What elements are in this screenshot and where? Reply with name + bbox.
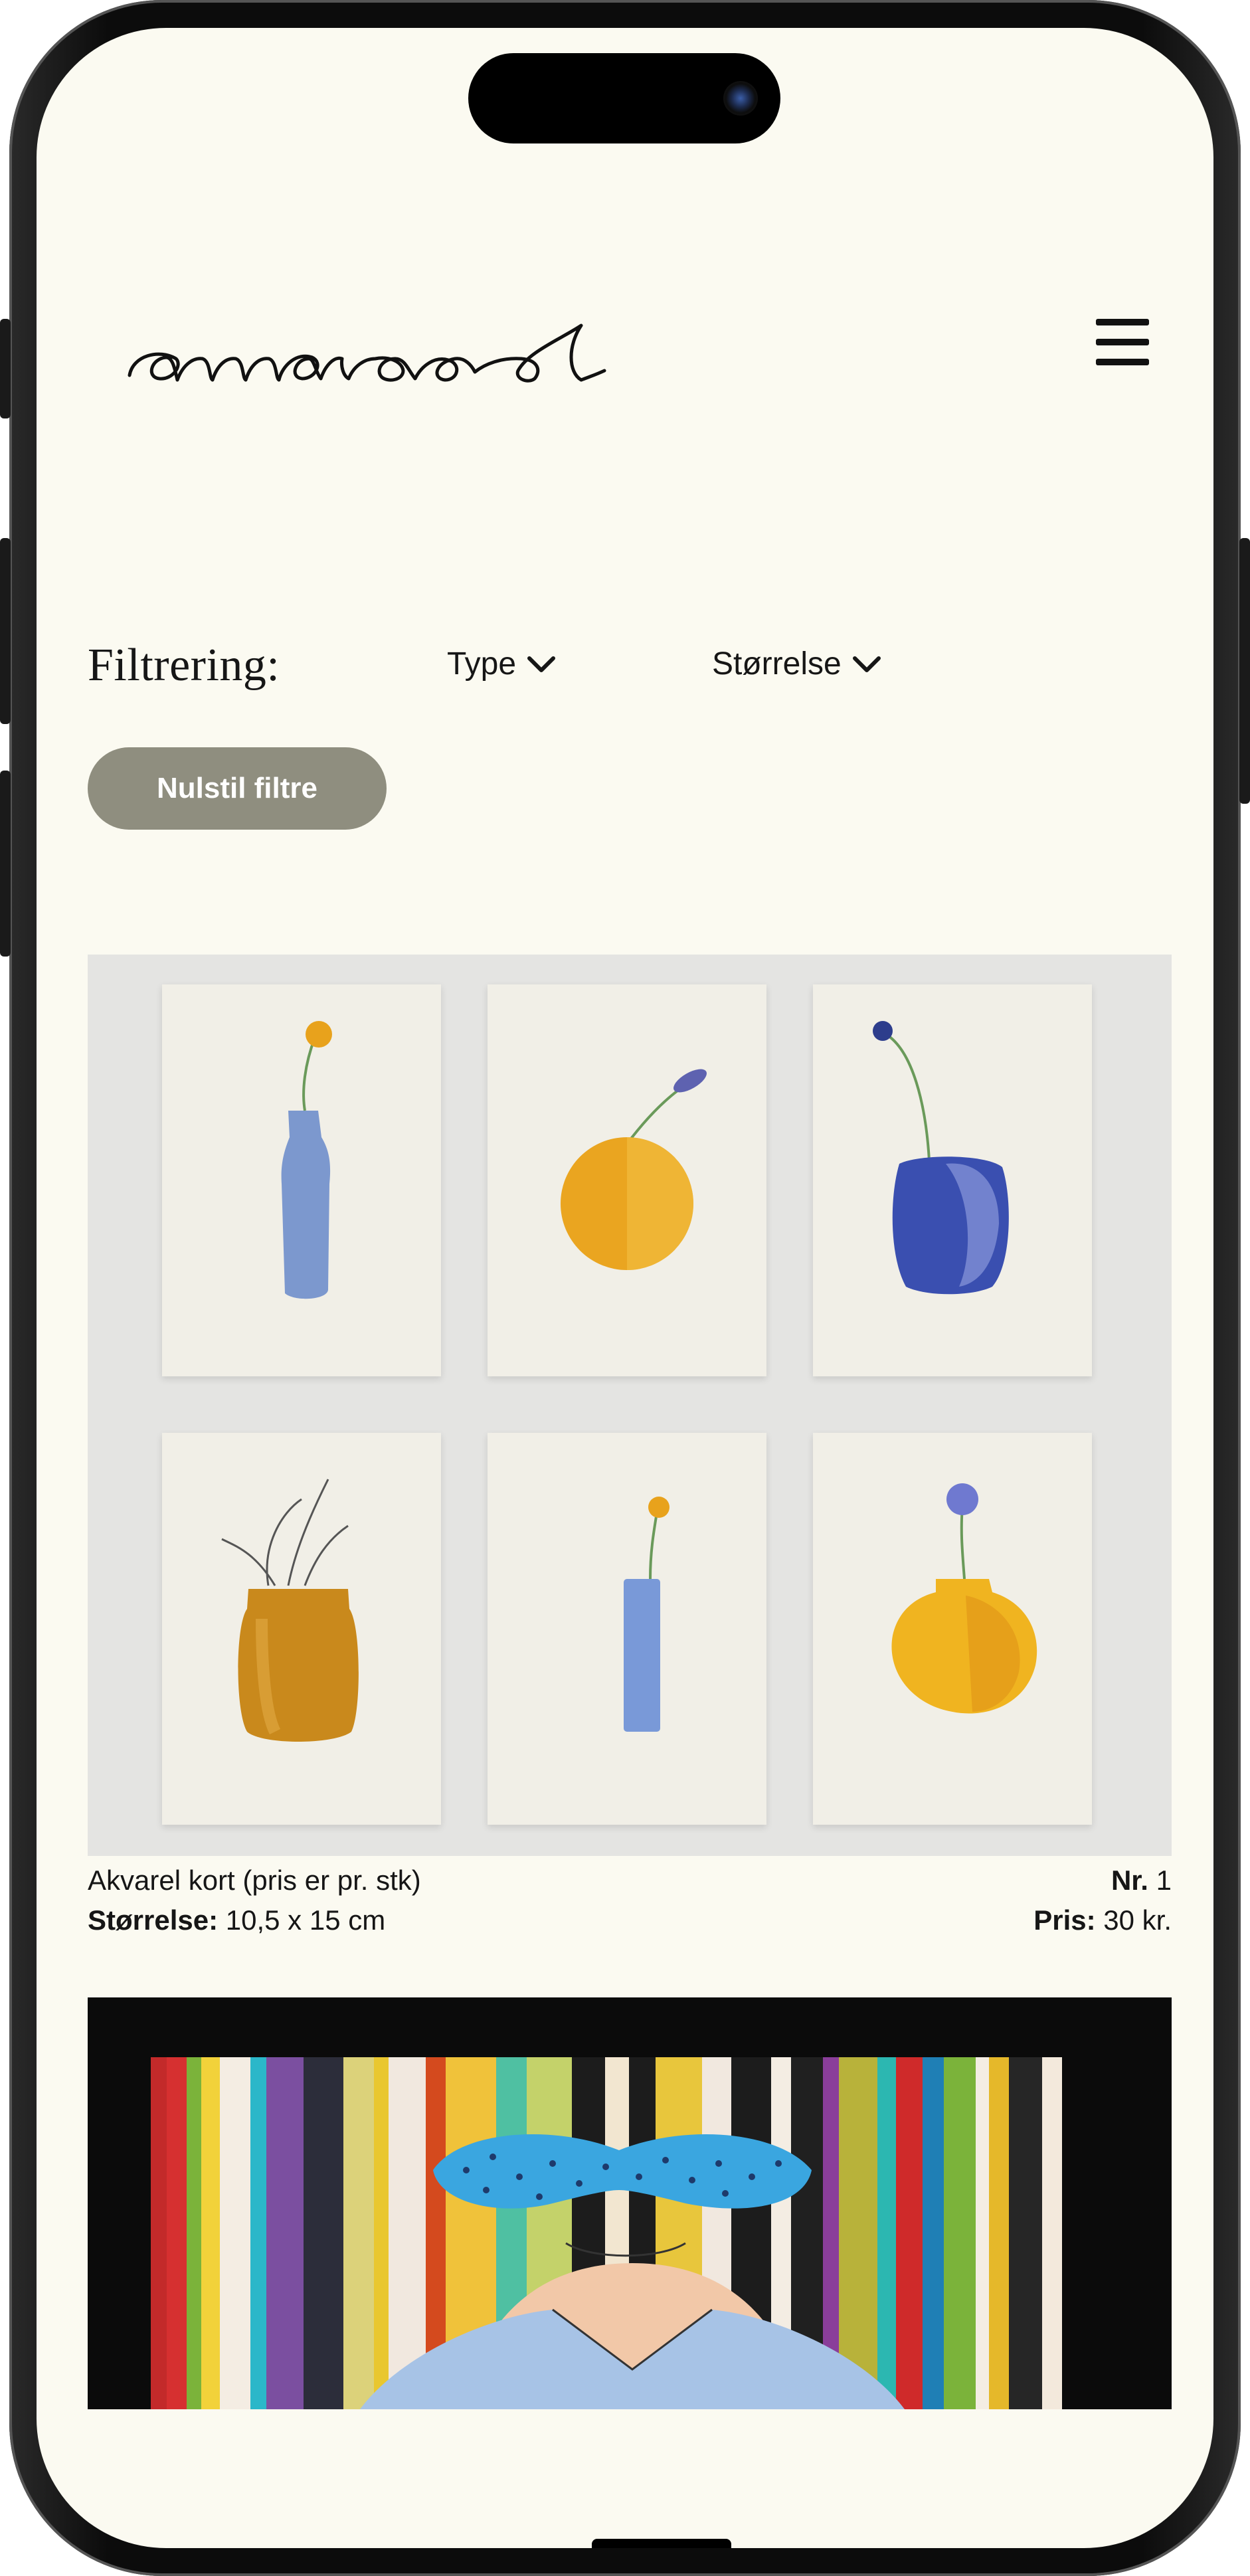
size-filter-label: Størrelse bbox=[712, 646, 842, 682]
filter-heading: Filtrering: bbox=[88, 640, 280, 691]
watercolor-card-blue-tube-vase bbox=[488, 1433, 766, 1825]
home-indicator bbox=[592, 2539, 731, 2548]
chevron-down-icon bbox=[852, 656, 881, 672]
dynamic-island bbox=[468, 53, 780, 143]
reset-filters-button[interactable]: Nulstil filtre bbox=[88, 747, 387, 830]
phone-screen: Filtrering: Type Størrelse Nulstil filtr… bbox=[37, 28, 1213, 2548]
hamburger-icon-bar bbox=[1096, 339, 1149, 345]
product-number: Nr. 1 bbox=[1111, 1865, 1172, 1896]
product-price-value: 30 kr. bbox=[1103, 1904, 1172, 1936]
watercolor-card-orange-round-vase bbox=[488, 984, 766, 1376]
chevron-down-icon bbox=[527, 656, 556, 672]
logo[interactable] bbox=[103, 292, 621, 405]
product-number-label: Nr. bbox=[1111, 1865, 1148, 1896]
product-price-label: Pris: bbox=[1033, 1904, 1096, 1936]
product-price: Pris: 30 kr. bbox=[1033, 1904, 1172, 1936]
menu-button[interactable] bbox=[1093, 314, 1152, 373]
product-meta-row-2: Størrelse: 10,5 x 15 cm Pris: 30 kr. bbox=[88, 1904, 1172, 1936]
power-button bbox=[1239, 538, 1250, 804]
watercolor-card-blue-round-vase bbox=[813, 984, 1092, 1376]
size-filter-dropdown[interactable]: Størrelse bbox=[712, 646, 881, 682]
painting-figure bbox=[360, 2134, 905, 2409]
volume-up-button bbox=[0, 538, 11, 724]
type-filter-label: Type bbox=[447, 646, 517, 682]
product-size-label: Størrelse: bbox=[88, 1904, 219, 1936]
volume-down-button bbox=[0, 771, 11, 957]
product-meta-row-1: Akvarel kort (pris er pr. stk) Nr. 1 bbox=[88, 1865, 1172, 1896]
hamburger-icon-bar bbox=[1096, 359, 1149, 365]
product-number-value: 1 bbox=[1156, 1865, 1172, 1896]
product-size: Størrelse: 10,5 x 15 cm bbox=[88, 1904, 385, 1936]
watercolor-card-amber-jar bbox=[162, 1433, 441, 1825]
product-size-value: 10,5 x 15 cm bbox=[225, 1904, 386, 1936]
product-image[interactable] bbox=[88, 955, 1172, 1856]
type-filter-dropdown[interactable]: Type bbox=[447, 646, 556, 682]
watercolor-card-yellow-round-vase bbox=[813, 1433, 1092, 1825]
watercolor-card-blue-bottle bbox=[162, 984, 441, 1376]
camera-icon bbox=[723, 81, 758, 116]
product-title[interactable]: Akvarel kort (pris er pr. stk) bbox=[88, 1865, 421, 1896]
hamburger-icon bbox=[1096, 319, 1149, 325]
action-button bbox=[0, 319, 11, 418]
product-image-2[interactable] bbox=[88, 1997, 1172, 2409]
